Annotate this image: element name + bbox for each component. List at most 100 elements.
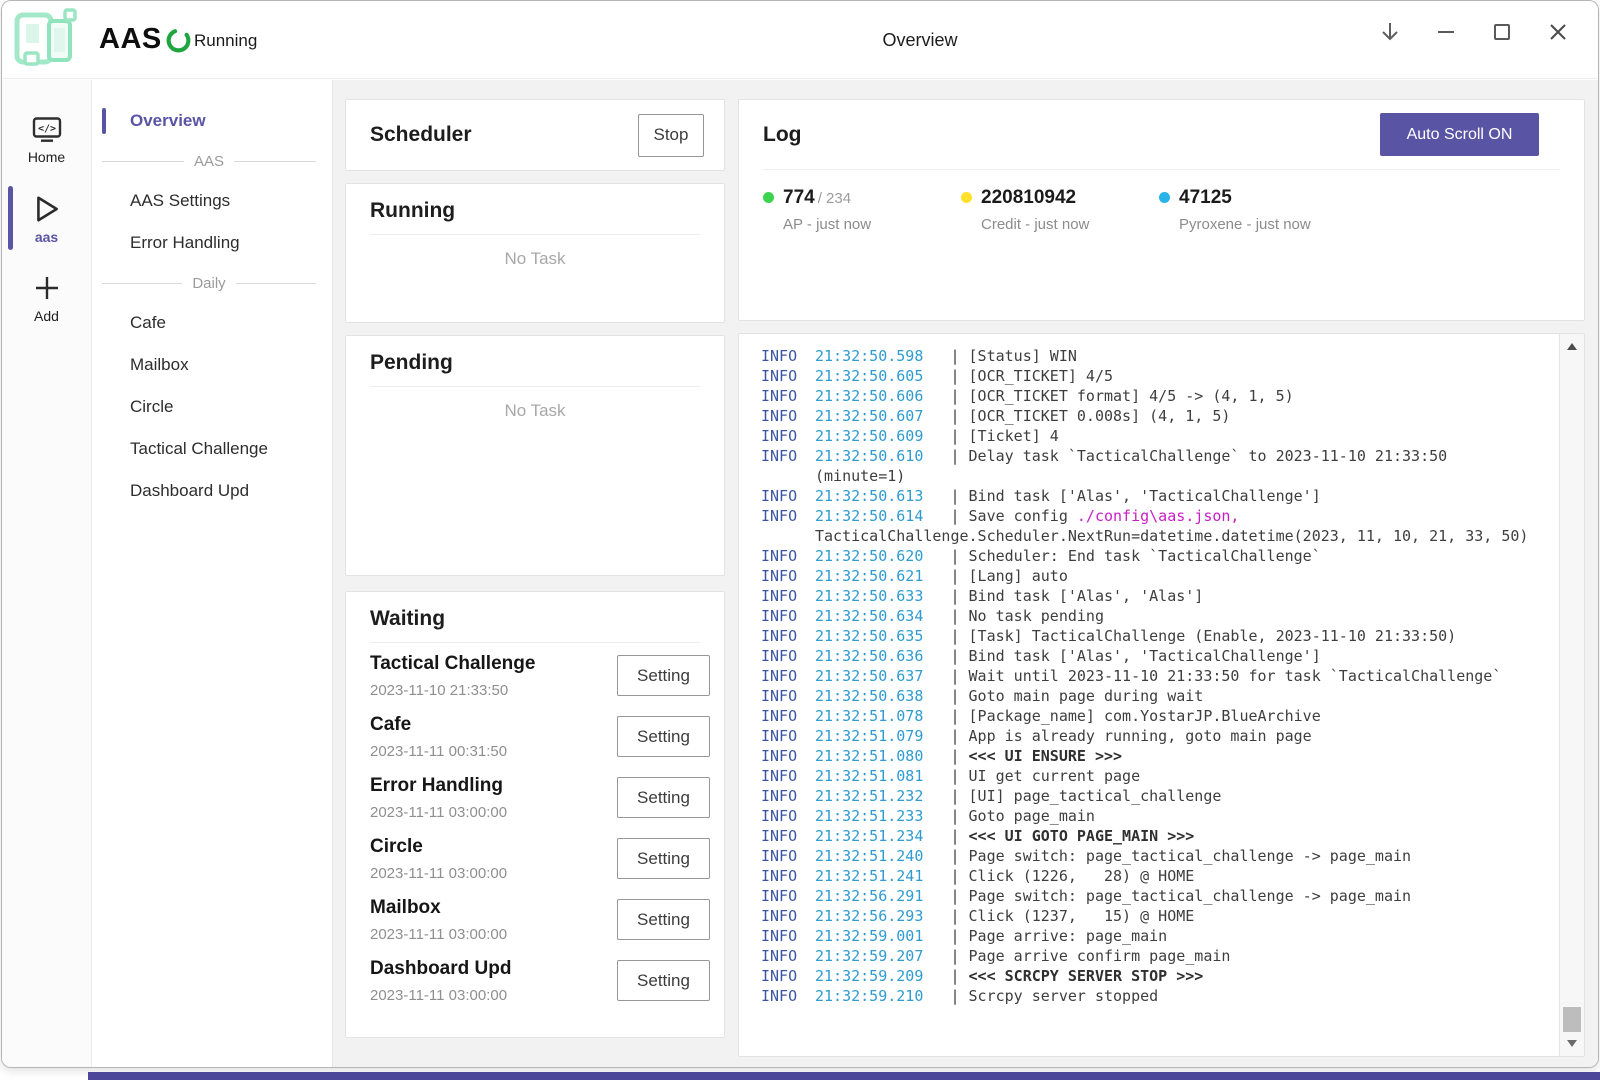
log-scrollbar[interactable]	[1559, 334, 1584, 1056]
auto-scroll-button[interactable]: Auto Scroll ON	[1380, 113, 1539, 156]
task-next-run: 2023-11-10 21:33:50	[370, 682, 617, 699]
task-setting-button[interactable]: Setting	[617, 655, 710, 696]
sidebar-nav: Overview AAS AAS Settings Error HandlingDai…	[92, 100, 332, 512]
stat-value: 774	[783, 187, 815, 208]
plus-icon	[32, 273, 62, 303]
log-time: 21:32:50.638	[815, 687, 923, 705]
scrollbar-thumb[interactable]	[1563, 1007, 1581, 1032]
log-level: INFO	[761, 426, 815, 446]
waiting-task-row: Circle2023-11-11 03:00:00Setting	[346, 828, 724, 889]
log-message: Click (1237, 15) @ HOME	[969, 907, 1195, 925]
rail-item-home[interactable]: </> Home	[2, 102, 91, 178]
stat-dot	[961, 192, 972, 203]
log-line: INFO21:32:51.241 | Click (1226, 28) @ HO…	[761, 866, 1535, 886]
running-title: Running	[370, 199, 455, 222]
log-separator: |	[923, 727, 968, 745]
task-setting-button[interactable]: Setting	[617, 960, 710, 1001]
task-name: Error Handling	[370, 775, 617, 797]
log-line: INFO21:32:51.233 | Goto page_main	[761, 806, 1535, 826]
log-time: 21:32:51.240	[815, 847, 923, 865]
log-line: INFO21:32:50.633 | Bind task ['Alas', 'A…	[761, 586, 1535, 606]
log-line: INFO21:32:50.637 | Wait until 2023-11-10…	[761, 666, 1535, 686]
log-message: [Package_name] com.YostarJP.BlueArchive	[969, 707, 1321, 725]
log-separator: |	[923, 847, 968, 865]
log-time: 21:32:50.605	[815, 367, 923, 385]
log-header: Log Auto Scroll ON	[739, 100, 1584, 156]
rail-item-aas[interactable]: aas	[2, 181, 91, 257]
log-separator: |	[923, 807, 968, 825]
divider-line	[236, 283, 316, 284]
waiting-task-row: Tactical Challenge2023-11-10 21:33:50Set…	[346, 645, 724, 706]
scrollbar-down-arrow-icon[interactable]	[1567, 1040, 1577, 1047]
log-level: INFO	[761, 946, 815, 966]
log-line: INFO21:32:50.613 | Bind task ['Alas', 'T…	[761, 486, 1535, 506]
log-level: INFO	[761, 486, 815, 506]
sidebar-item-dashboard-upd[interactable]: Dashboard Upd	[92, 470, 332, 512]
waiting-task-row: Dashboard Upd2023-11-11 03:00:00Setting	[346, 950, 724, 1011]
stat-value: 220810942	[981, 187, 1076, 208]
sidebar-item-aas-settings[interactable]: AAS Settings	[92, 180, 332, 222]
section-label: AAS	[194, 153, 224, 170]
minimize-button[interactable]	[1428, 14, 1464, 50]
sidebar-item-label: AAS Settings	[130, 191, 230, 211]
log-line: INFO21:32:50.609 | [Ticket] 4	[761, 426, 1535, 446]
log-message: [OCR_TICKET 0.008s] (4, 1, 5)	[969, 407, 1231, 425]
log-line: INFO21:32:50.605 | [OCR_TICKET] 4/5	[761, 366, 1535, 386]
sidebar-item-label: Overview	[130, 111, 206, 131]
download-arrow-button[interactable]	[1372, 14, 1408, 50]
maximize-button[interactable]	[1484, 14, 1520, 50]
task-setting-button[interactable]: Setting	[617, 716, 710, 757]
page-title: Overview	[882, 30, 957, 51]
log-line: INFO21:32:50.638 | Goto main page during…	[761, 686, 1535, 706]
close-button[interactable]	[1540, 14, 1576, 50]
log-time: 21:32:50.609	[815, 427, 923, 445]
log-separator: |	[923, 927, 968, 945]
pending-empty-text: No Task	[346, 401, 724, 421]
log-title: Log	[763, 123, 801, 147]
log-separator: |	[923, 767, 968, 785]
waiting-task-row: Error Handling2023-11-11 03:00:00Setting	[346, 767, 724, 828]
task-setting-button[interactable]: Setting	[617, 838, 710, 879]
maximize-icon	[1494, 24, 1510, 40]
log-separator: |	[923, 507, 968, 525]
minimize-icon	[1438, 31, 1454, 33]
sidebar-item-overview[interactable]: Overview	[92, 100, 332, 142]
status-label: Running	[194, 31, 257, 51]
log-time: 21:32:51.232	[815, 787, 923, 805]
log-time: 21:32:50.633	[815, 587, 923, 605]
stop-button[interactable]: Stop	[638, 114, 704, 157]
sidebar-item-error-handling[interactable]: Error Handling	[92, 222, 332, 264]
log-level: INFO	[761, 826, 815, 846]
log-line: INFO21:32:51.080 | <<< UI ENSURE >>>	[761, 746, 1535, 766]
task-setting-button[interactable]: Setting	[617, 777, 710, 818]
log-separator: |	[923, 547, 968, 565]
log-time: 21:32:50.635	[815, 627, 923, 645]
rail-item-label: Home	[28, 149, 65, 165]
app-window: AAS Running Overview	[1, 0, 1599, 1068]
log-line: INFO21:32:51.234 | <<< UI GOTO PAGE_MAIN…	[761, 826, 1535, 846]
log-level: INFO	[761, 586, 815, 606]
log-message: Page switch: page_tactical_challenge -> …	[969, 847, 1412, 865]
sidebar-item-cafe[interactable]: Cafe	[92, 302, 332, 344]
log-line: INFO21:32:51.232 | [UI] page_tactical_ch…	[761, 786, 1535, 806]
play-icon	[33, 194, 61, 224]
sidebar-section-daily: Daily	[92, 264, 332, 302]
log-message: Bind task ['Alas', 'TacticalChallenge']	[969, 647, 1321, 665]
sidebar-item-circle[interactable]: Circle	[92, 386, 332, 428]
log-line: INFO21:32:56.291 | Page switch: page_tac…	[761, 886, 1535, 906]
waiting-title: Waiting	[370, 607, 445, 630]
sidebar-section-aas: AAS	[92, 142, 332, 180]
rail-item-add[interactable]: Add	[2, 260, 91, 336]
log-message: No task pending	[969, 607, 1104, 625]
waiting-task-row: Mailbox2023-11-11 03:00:00Setting	[346, 889, 724, 950]
sidebar-item-mailbox[interactable]: Mailbox	[92, 344, 332, 386]
log-separator: |	[923, 347, 968, 365]
sidebar-item-tactical-challenge[interactable]: Tactical Challenge	[92, 428, 332, 470]
stat-texts: 774/ 234AP - just now	[783, 187, 871, 233]
log-message: [Lang] auto	[969, 567, 1068, 585]
log-separator: |	[923, 487, 968, 505]
task-setting-button[interactable]: Setting	[617, 899, 710, 940]
active-indicator	[102, 108, 106, 134]
log-message: Page arrive: page_main	[969, 927, 1168, 945]
scrollbar-up-arrow-icon[interactable]	[1567, 343, 1577, 350]
